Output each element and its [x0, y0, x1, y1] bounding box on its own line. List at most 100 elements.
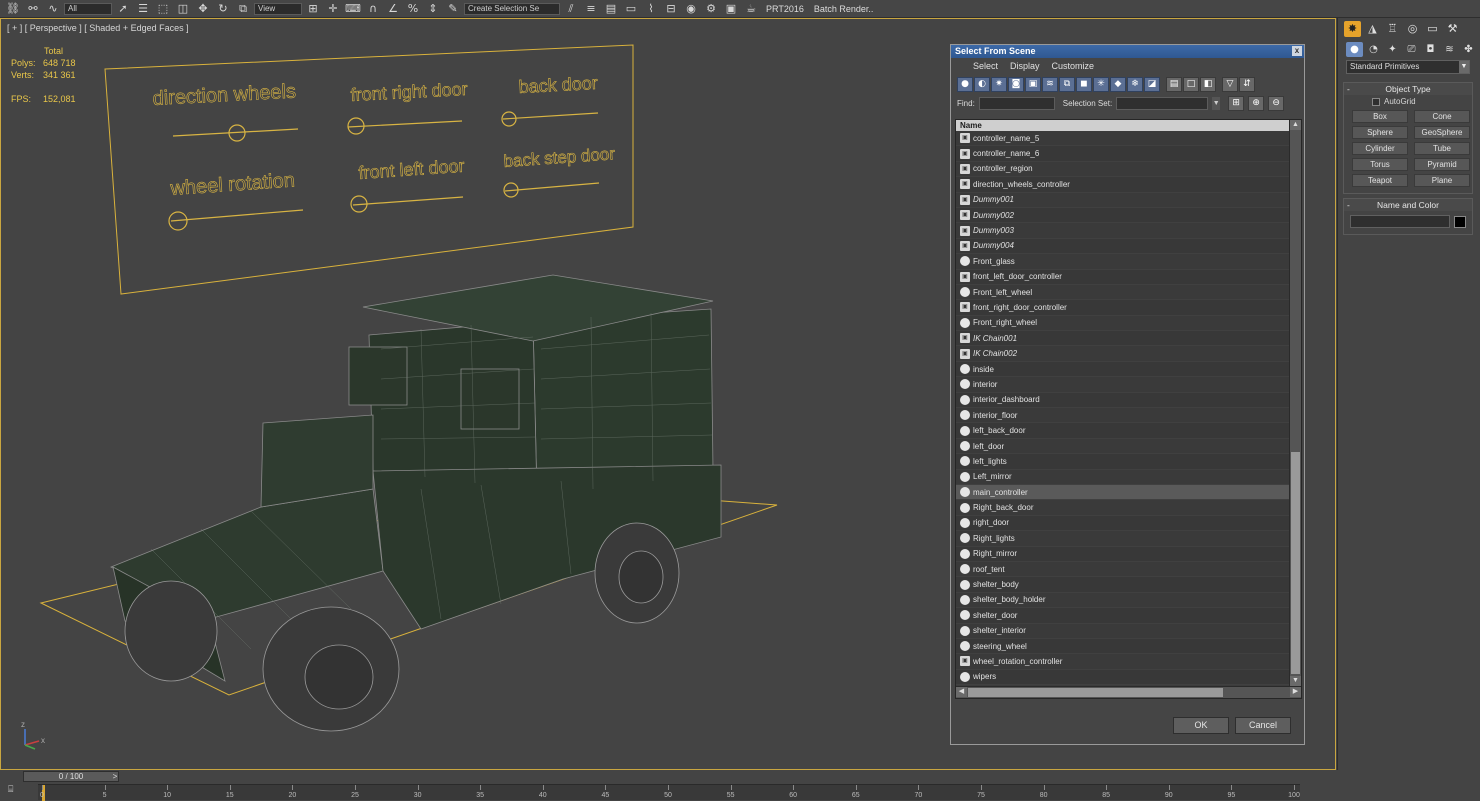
collapse-icon[interactable]: - — [1347, 199, 1350, 211]
display-all-icon[interactable]: ▤ — [1166, 76, 1182, 92]
list-item[interactable]: interior_dashboard — [956, 392, 1289, 409]
next-frame-icon[interactable]: > — [110, 771, 120, 782]
select-manipulate-icon[interactable]: ✛ — [324, 1, 342, 17]
list-item[interactable]: shelter_body — [956, 577, 1289, 593]
unlink-icon[interactable]: ⚯ — [24, 1, 42, 17]
list-item[interactable]: ▣ IK Chain002 — [956, 346, 1289, 362]
list-item[interactable]: ▣ Dummy002 — [956, 207, 1289, 224]
systems-category-icon[interactable]: ✤ — [1460, 42, 1477, 57]
remove-from-set-icon[interactable]: ⊖ — [1268, 95, 1285, 111]
list-item[interactable]: ▣ wheel_rotation_controller — [956, 654, 1289, 670]
list-item[interactable]: Right_mirror — [956, 546, 1289, 562]
vertical-scroll-thumb[interactable] — [1291, 452, 1300, 674]
select-set-icon[interactable]: ⊞ — [1228, 95, 1245, 111]
close-icon[interactable]: x — [1292, 46, 1302, 56]
sync-selection-icon[interactable]: ⇵ — [1239, 76, 1255, 92]
list-item[interactable]: ▣ Dummy004 — [956, 238, 1289, 255]
modify-tab-icon[interactable]: ◮ — [1364, 21, 1381, 37]
rotate-icon[interactable]: ↻ — [214, 1, 232, 17]
object-name-input[interactable] — [1350, 215, 1450, 228]
display-helpers-icon[interactable]: ▣ — [1025, 76, 1041, 92]
scene-object-list[interactable]: Name ▣ controller_name_5 ▣ controller_name_… — [955, 119, 1302, 699]
column-header-name[interactable]: Name — [956, 120, 1289, 131]
sphere-button[interactable]: Sphere — [1352, 126, 1408, 139]
display-hidden-icon[interactable]: ◪ — [1144, 76, 1160, 92]
list-item[interactable]: ▣ IK Chain001 — [956, 331, 1289, 347]
list-item[interactable]: shelter_interior — [956, 623, 1289, 639]
percent-snap-icon[interactable]: % — [404, 1, 422, 17]
helpers-category-icon[interactable]: ◘ — [1422, 42, 1439, 57]
utilities-tab-icon[interactable]: ⚒ — [1444, 21, 1461, 37]
select-object-icon[interactable]: ➚ — [114, 1, 132, 17]
scroll-down-icon[interactable]: ▼ — [1290, 676, 1301, 686]
snap-toggle-icon[interactable]: ∩ — [364, 1, 382, 17]
create-tab-icon[interactable]: ✸ — [1344, 21, 1361, 37]
display-lights-icon[interactable]: ✷ — [991, 76, 1007, 92]
display-none-icon[interactable]: □ — [1183, 76, 1199, 92]
time-slider[interactable]: 0 / 100 — [23, 771, 119, 782]
select-by-name-icon[interactable]: ☰ — [134, 1, 152, 17]
rendered-frame-icon[interactable]: ▣ — [722, 1, 740, 17]
torus-button[interactable]: Torus — [1352, 158, 1408, 171]
display-xrefs-icon[interactable]: ◼ — [1076, 76, 1092, 92]
motion-tab-icon[interactable]: ◎ — [1404, 21, 1421, 37]
window-crossing-icon[interactable]: ◫ — [174, 1, 192, 17]
list-item[interactable]: main_controller — [956, 484, 1289, 501]
ribbon-icon[interactable]: ▭ — [622, 1, 640, 17]
cone-button[interactable]: Cone — [1414, 110, 1470, 123]
scroll-up-icon[interactable]: ▲ — [1290, 120, 1301, 130]
name-and-color-header[interactable]: - Name and Color — [1344, 199, 1472, 211]
vertical-scrollbar[interactable]: ▲ ▼ — [1289, 120, 1301, 686]
list-item[interactable]: ▣ direction_wheels_controller — [956, 177, 1289, 193]
list-item[interactable]: shelter_door — [956, 608, 1289, 624]
menu-customize[interactable]: Customize — [1052, 61, 1095, 71]
list-item[interactable]: left_back_door — [956, 423, 1289, 439]
render-setup-icon[interactable]: ⚙ — [702, 1, 720, 17]
link-icon[interactable]: ⛓ — [4, 1, 22, 17]
hierarchy-tab-icon[interactable]: ♖ — [1384, 21, 1401, 37]
collapse-icon[interactable]: - — [1347, 83, 1350, 95]
display-invert-icon[interactable]: ◧ — [1200, 76, 1216, 92]
menu-display[interactable]: Display — [1010, 61, 1040, 71]
display-tab-icon[interactable]: ▭ — [1424, 21, 1441, 37]
list-item[interactable]: steering_wheel — [956, 638, 1289, 655]
display-cameras-icon[interactable]: ◙ — [1008, 76, 1024, 92]
list-item[interactable]: Front_glass — [956, 254, 1289, 270]
lights-category-icon[interactable]: ✦ — [1384, 42, 1401, 57]
pyramid-button[interactable]: Pyramid — [1414, 158, 1470, 171]
list-item[interactable]: inside — [956, 361, 1289, 378]
mini-curve-editor-icon[interactable]: ⌸ — [8, 785, 24, 797]
list-item[interactable]: ▣ front_left_door_controller — [956, 269, 1289, 285]
cancel-button[interactable]: Cancel — [1235, 717, 1291, 734]
curve-editor-icon[interactable]: ⌇ — [642, 1, 660, 17]
list-item[interactable]: Right_back_door — [956, 500, 1289, 516]
pivot-icon[interactable]: ⊞ — [304, 1, 322, 17]
chevron-down-icon[interactable]: ▼ — [1459, 61, 1469, 73]
dialog-title-bar[interactable]: Select From Scene x — [951, 45, 1304, 58]
display-groups-icon[interactable]: ⧉ — [1059, 76, 1075, 92]
list-item[interactable]: ▣ controller_region — [956, 161, 1289, 178]
chevron-down-icon[interactable]: ▼ — [1212, 96, 1221, 110]
list-item[interactable]: interior — [956, 377, 1289, 393]
list-item[interactable]: Left_mirror — [956, 469, 1289, 485]
list-item[interactable]: Front_right_wheel — [956, 315, 1289, 332]
display-containers-icon[interactable]: ◆ — [1110, 76, 1126, 92]
tube-button[interactable]: Tube — [1414, 142, 1470, 155]
layer-manager-icon[interactable]: ▤ — [602, 1, 620, 17]
scroll-right-icon[interactable]: ▶ — [1290, 687, 1301, 697]
find-input[interactable] — [978, 96, 1055, 110]
geometry-category-icon[interactable]: ● — [1346, 41, 1363, 57]
filter-icon[interactable]: ▽ — [1222, 76, 1238, 92]
rect-selection-icon[interactable]: ⬚ — [154, 1, 172, 17]
geosphere-button[interactable]: GeoSphere — [1414, 126, 1470, 139]
scroll-left-icon[interactable]: ◀ — [956, 687, 967, 697]
autogrid-checkbox[interactable] — [1372, 97, 1380, 106]
prt-label[interactable]: PRT2016 — [762, 4, 808, 14]
angle-snap-icon[interactable]: ∠ — [384, 1, 402, 17]
list-item[interactable]: Right_lights — [956, 531, 1289, 547]
box-button[interactable]: Box — [1352, 110, 1408, 123]
list-item[interactable]: ▣ Dummy001 — [956, 192, 1289, 208]
ok-button[interactable]: OK — [1173, 717, 1229, 734]
cameras-category-icon[interactable]: ⎚ — [1403, 42, 1420, 57]
object-type-header[interactable]: - Object Type — [1344, 83, 1472, 95]
